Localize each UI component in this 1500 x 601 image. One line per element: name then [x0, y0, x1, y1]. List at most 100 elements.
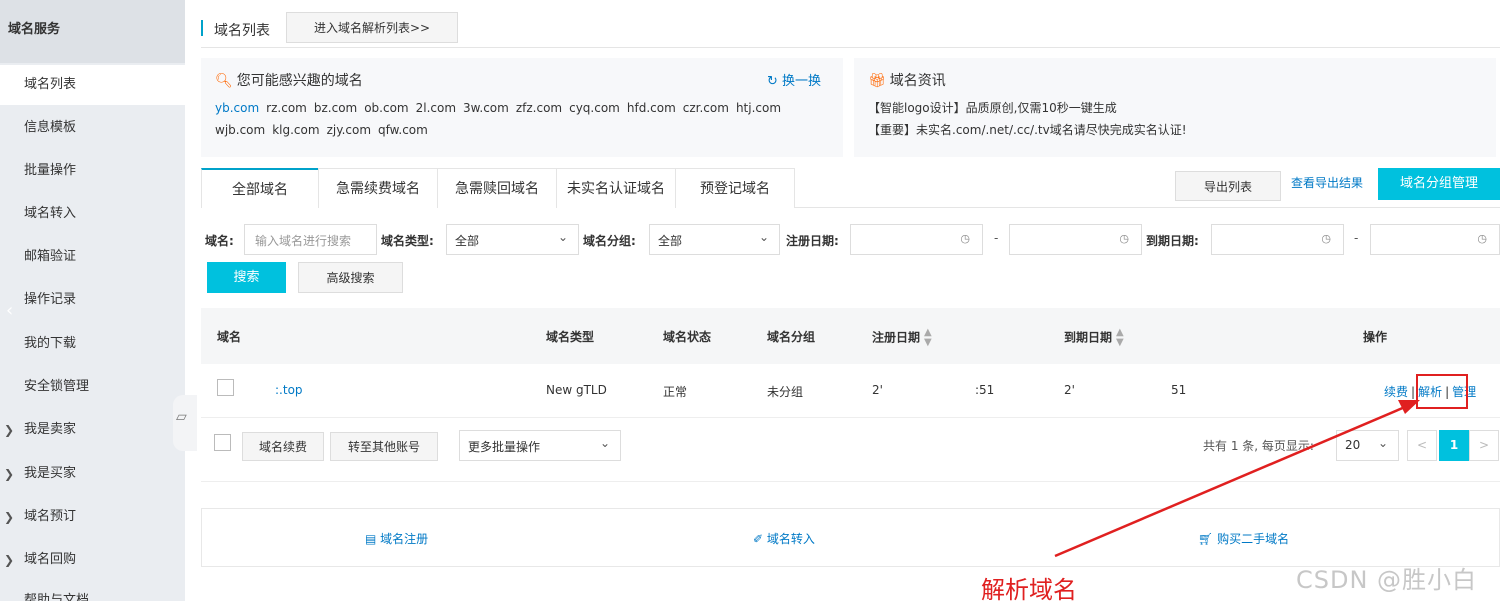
sidebar-item-batch-ops[interactable]: 批量操作 [0, 151, 185, 191]
domain-suggestion[interactable]: 3w.com [463, 101, 509, 115]
sidebar-item-op-log[interactable]: 操作记录 [0, 280, 185, 320]
domain-suggestion[interactable]: rz.com [266, 101, 307, 115]
sidebar-item-domain-list[interactable]: 域名列表 [0, 65, 185, 105]
domain-suggestion[interactable]: qfw.com [378, 123, 428, 137]
domain-suggestion[interactable]: ob.com [364, 101, 408, 115]
exp-date-part: 51 [1171, 383, 1187, 397]
sidebar-item-security-lock[interactable]: 安全锁管理 [0, 367, 185, 407]
refresh-button[interactable]: ↻ 换一换 [767, 70, 821, 89]
search-icon: 🔍︎ [215, 73, 233, 89]
sidebar-item-email-verify[interactable]: 邮箱验证 [0, 237, 185, 277]
domain-name-link[interactable]: :.top [275, 383, 303, 397]
group-manage-button[interactable]: 域名分组管理 [1378, 168, 1500, 200]
tab-unverified[interactable]: 未实名认证域名 [556, 168, 676, 208]
chevron-right-icon: ❯ [4, 553, 15, 567]
buy-second-hand-link[interactable]: 🛒︎ 购买二手域名 [1198, 530, 1289, 547]
domain-suggestion[interactable]: zfz.com [516, 101, 562, 115]
domain-suggestion[interactable]: cyq.com [569, 101, 620, 115]
sidebar-item-seller[interactable]: ❯ 我是卖家 [0, 410, 185, 450]
select-all-checkbox[interactable] [214, 434, 231, 451]
page-1-button[interactable]: 1 [1439, 430, 1469, 461]
sidebar-item-buyback[interactable]: ❯ 域名回购 [0, 540, 185, 580]
exp-date-end-input[interactable]: ◷ [1370, 224, 1500, 255]
sidebar-item-help[interactable]: 帮助与文档 [0, 581, 185, 601]
domain-tabs: 全部域名 急需续费域名 急需赎回域名 未实名认证域名 预登记域名 导出列表 查看… [201, 168, 1500, 208]
domain-suggestion[interactable]: hfd.com [627, 101, 676, 115]
reg-date-start-input[interactable]: ◷ [850, 224, 983, 255]
reg-date-end-input[interactable]: ◷ [1009, 224, 1142, 255]
domain-suggestion[interactable]: 2l.com [416, 101, 456, 115]
page-size-select[interactable]: 20 ⌄ [1336, 430, 1399, 461]
domain-suggestion[interactable]: wjb.com [215, 123, 265, 137]
exp-date-start-input[interactable]: ◷ [1211, 224, 1344, 255]
exp-date-part: 2' [1064, 383, 1075, 397]
chevron-left-icon[interactable]: ‹ [6, 300, 13, 321]
sidebar-item-info-template[interactable]: 信息模板 [0, 108, 185, 148]
sidebar-collapse-handle[interactable]: ▱ [173, 395, 197, 451]
sidebar-header: 域名服务 [0, 0, 185, 63]
buy-second-hand-label: 购买二手域名 [1217, 532, 1290, 546]
domain-suggestions-row2: wjb.com klg.com zjy.com qfw.com [215, 119, 829, 141]
sidebar-item-buyer[interactable]: ❯ 我是买家 [0, 454, 185, 494]
sidebar-item-label: 操作记录 [24, 292, 77, 307]
view-export-link[interactable]: 查看导出结果 [1291, 174, 1363, 191]
calendar-icon: ◷ [1321, 232, 1331, 245]
tab-renew-urgent[interactable]: 急需续费域名 [318, 168, 438, 208]
renew-link[interactable]: 续费 [1384, 385, 1408, 399]
sidebar-item-transfer-in[interactable]: 域名转入 [0, 194, 185, 234]
chevron-right-icon: ❯ [4, 423, 15, 437]
calendar-icon: ◷ [1119, 232, 1129, 245]
tab-all-domains[interactable]: 全部域名 [201, 168, 319, 208]
chevron-down-icon: ⌄ [557, 230, 568, 244]
advanced-search-button[interactable]: 高级搜索 [298, 262, 403, 293]
tab-preregistered[interactable]: 预登记域名 [675, 168, 795, 208]
prev-page-button[interactable]: < [1407, 430, 1437, 461]
date-range-dash: - [1354, 231, 1359, 245]
domain-search-input[interactable]: 输入域名进行搜索 [244, 224, 377, 255]
search-button[interactable]: 搜索 [207, 262, 286, 293]
sidebar-item-downloads[interactable]: 我的下载 [0, 324, 185, 364]
table-row: :.top New gTLD 正常 未分组 2' :51 2' 51 续费 | 解析… [201, 364, 1500, 418]
page-title: 域名列表 [214, 23, 270, 39]
pager-total: 共有 1 条, 每页显示: [1203, 439, 1314, 453]
tab-redeem-urgent[interactable]: 急需赎回域名 [437, 168, 557, 208]
sidebar-item-label: 我的下载 [24, 336, 77, 351]
news-item[interactable]: 【重要】未实名.com/.net/.cc/.tv域名请尽快完成实名认证! [868, 119, 1482, 141]
chevron-right-icon: ❯ [4, 467, 15, 481]
col-reg-date-label: 注册日期 [872, 330, 921, 345]
export-list-button[interactable]: 导出列表 [1175, 171, 1281, 201]
batch-bar: 域名续费 转至其他账号 更多批量操作 ⌄ 共有 1 条, 每页显示: 20 ⌄ < … [201, 418, 1500, 482]
domain-suggestion[interactable]: czr.com [683, 101, 729, 115]
sidebar-item-label: 信息模板 [24, 120, 77, 135]
col-reg-date[interactable]: 注册日期 ▲ ▼ [872, 328, 932, 348]
group-filter-label: 域名分组: [583, 234, 636, 248]
chevron-right-icon: ❯ [4, 510, 15, 524]
news-item[interactable]: 【智能logo设计】品质原创,仅需10秒一键生成 [868, 97, 1482, 119]
row-checkbox[interactable] [217, 379, 234, 396]
reg-date-label: 注册日期: [786, 234, 839, 248]
batch-renew-button[interactable]: 域名续费 [242, 432, 324, 461]
transfer-account-button[interactable]: 转至其他账号 [330, 432, 438, 461]
col-ops: 操作 [1363, 330, 1388, 344]
sidebar-item-label: 域名回购 [24, 552, 77, 567]
register-link[interactable]: ▤ 域名注册 [365, 530, 428, 547]
transfer-in-link[interactable]: ✐ 域名转入 [753, 530, 815, 547]
group-select[interactable]: 全部 ⌄ [649, 224, 780, 255]
col-exp-date-label: 到期日期 [1064, 330, 1113, 345]
interest-title: 您可能感兴趣的域名 [236, 73, 363, 89]
dns-list-button[interactable]: 进入域名解析列表>> [286, 12, 458, 43]
domain-suggestion[interactable]: htj.com [736, 101, 781, 115]
next-page-button[interactable]: > [1469, 430, 1499, 461]
sidebar-item-label: 我是买家 [24, 466, 77, 481]
sidebar-item-reserve[interactable]: ❯ 域名预订 [0, 497, 185, 537]
col-exp-date[interactable]: 到期日期 ▲ ▼ [1064, 328, 1124, 348]
more-batch-select[interactable]: 更多批量操作 ⌄ [459, 430, 621, 461]
domain-suggestion[interactable]: klg.com [272, 123, 319, 137]
table-header: 域名 域名类型 域名状态 域名分组 注册日期 ▲ ▼ 到期日期 ▲ ▼ 操作 [201, 308, 1500, 364]
col-type: 域名类型 [546, 330, 595, 344]
sidebar-item-label: 我是卖家 [24, 422, 77, 437]
type-select[interactable]: 全部 ⌄ [446, 224, 579, 255]
domain-suggestion[interactable]: yb.com [215, 101, 259, 115]
domain-suggestion[interactable]: bz.com [314, 101, 357, 115]
domain-suggestion[interactable]: zjy.com [327, 123, 371, 137]
